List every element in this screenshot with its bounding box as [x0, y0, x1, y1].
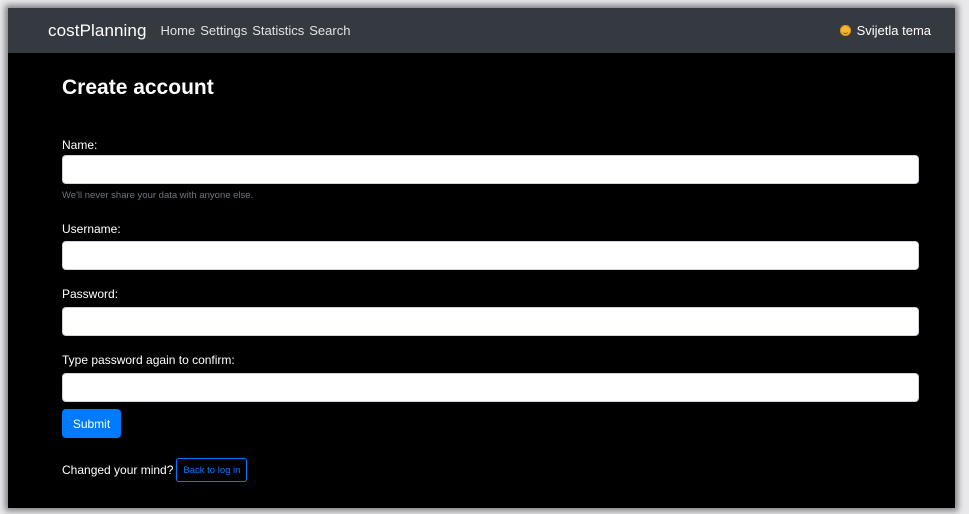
nav-link-home[interactable]: Home	[161, 23, 196, 38]
sun-icon	[839, 25, 851, 36]
password-label: Password:	[62, 287, 119, 301]
nav-link-settings[interactable]: Settings	[200, 23, 247, 38]
username-label: Username:	[62, 222, 121, 236]
brand-link[interactable]: costPlanning	[48, 21, 147, 41]
theme-toggle-label: Svijetla tema	[856, 23, 931, 38]
name-field[interactable]	[62, 155, 919, 184]
navbar: costPlanning Home Settings Statistics Se…	[8, 8, 955, 53]
app-window: costPlanning Home Settings Statistics Se…	[8, 8, 955, 508]
changed-mind-text: Changed your mind?	[62, 463, 174, 477]
nav-link-search[interactable]: Search	[309, 23, 350, 38]
name-help-text: We'll never share your data with anyone …	[62, 190, 254, 201]
confirm-password-field[interactable]	[62, 373, 919, 402]
name-label: Name:	[62, 138, 98, 152]
page-title: Create account	[62, 76, 214, 99]
username-field[interactable]	[62, 241, 919, 270]
changed-mind-row: Changed your mind? Back to log in	[62, 458, 248, 482]
password-field[interactable]	[62, 307, 919, 336]
submit-button[interactable]: Submit	[62, 409, 121, 438]
back-to-login-button[interactable]: Back to log in	[176, 458, 248, 482]
confirm-password-label: Type password again to confirm:	[62, 353, 235, 367]
theme-toggle[interactable]: Svijetla tema	[839, 8, 931, 53]
nav-link-statistics[interactable]: Statistics	[252, 23, 304, 38]
